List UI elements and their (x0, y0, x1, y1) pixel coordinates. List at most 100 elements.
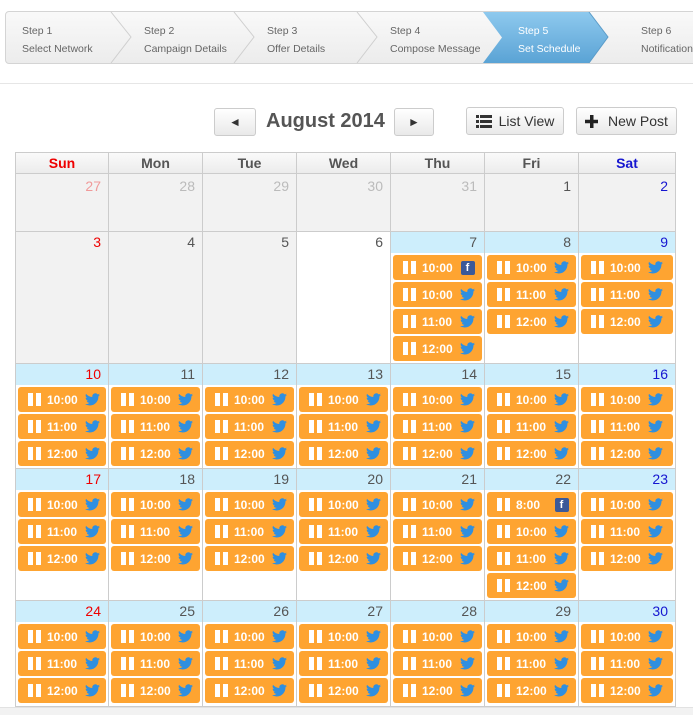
scheduled-post[interactable]: 10:00 f (393, 255, 482, 280)
scheduled-post[interactable]: 12:00 (205, 441, 294, 466)
scheduled-post[interactable]: 10:00 (581, 492, 673, 517)
pause-icon[interactable] (403, 342, 416, 355)
pause-icon[interactable] (497, 315, 510, 328)
pause-icon[interactable] (309, 657, 322, 670)
scheduled-post[interactable]: 11:00 (205, 651, 294, 676)
day-cell[interactable]: 27 10:00 11:00 12:00 (297, 601, 391, 707)
pause-icon[interactable] (403, 630, 416, 643)
day-cell[interactable]: 6 (297, 232, 391, 364)
pause-icon[interactable] (28, 552, 41, 565)
scheduled-post[interactable]: 10:00 (487, 387, 576, 412)
pause-icon[interactable] (121, 684, 134, 697)
scheduled-post[interactable]: 12:00 (18, 441, 106, 466)
scheduled-post[interactable]: 10:00 (205, 492, 294, 517)
scheduled-post[interactable]: 12:00 (111, 678, 200, 703)
scheduled-post[interactable]: 12:00 (581, 546, 673, 571)
day-cell[interactable]: 22 8:00 f 10:00 11:00 12:00 (485, 469, 579, 601)
scheduled-post[interactable]: 12:00 (393, 336, 482, 361)
day-cell[interactable]: 20 10:00 11:00 12:00 (297, 469, 391, 601)
pause-icon[interactable] (215, 684, 228, 697)
scheduled-post[interactable]: 10:00 (205, 387, 294, 412)
scheduled-post[interactable]: 12:00 (299, 678, 388, 703)
pause-icon[interactable] (28, 447, 41, 460)
scheduled-post[interactable]: 12:00 (487, 678, 576, 703)
day-cell[interactable]: 27 (15, 174, 109, 232)
wizard-step-5[interactable]: Step 5 Set Schedule (483, 12, 608, 63)
day-cell[interactable]: 9 10:00 11:00 12:00 (579, 232, 676, 364)
scheduled-post[interactable]: 11:00 (487, 546, 576, 571)
pause-icon[interactable] (403, 525, 416, 538)
pause-icon[interactable] (121, 552, 134, 565)
pause-icon[interactable] (403, 393, 416, 406)
pause-icon[interactable] (497, 552, 510, 565)
pause-icon[interactable] (215, 630, 228, 643)
pause-icon[interactable] (309, 447, 322, 460)
scheduled-post[interactable]: 12:00 (18, 546, 106, 571)
pause-icon[interactable] (403, 315, 416, 328)
pause-icon[interactable] (497, 579, 510, 592)
pause-icon[interactable] (497, 657, 510, 670)
scheduled-post[interactable]: 11:00 (487, 282, 576, 307)
day-cell[interactable]: 19 10:00 11:00 12:00 (203, 469, 297, 601)
scheduled-post[interactable]: 12:00 (393, 678, 482, 703)
pause-icon[interactable] (28, 525, 41, 538)
pause-icon[interactable] (591, 420, 604, 433)
scheduled-post[interactable]: 11:00 (581, 414, 673, 439)
scheduled-post[interactable]: 11:00 (299, 519, 388, 544)
pause-icon[interactable] (403, 657, 416, 670)
scheduled-post[interactable]: 12:00 (581, 441, 673, 466)
pause-icon[interactable] (28, 498, 41, 511)
pause-icon[interactable] (497, 261, 510, 274)
day-cell[interactable]: 15 10:00 11:00 12:00 (485, 364, 579, 469)
pause-icon[interactable] (591, 657, 604, 670)
pause-icon[interactable] (591, 498, 604, 511)
scheduled-post[interactable]: 11:00 (581, 519, 673, 544)
scheduled-post[interactable]: 10:00 (111, 624, 200, 649)
day-cell[interactable]: 10 10:00 11:00 12:00 (15, 364, 109, 469)
pause-icon[interactable] (309, 393, 322, 406)
scheduled-post[interactable]: 10:00 (581, 387, 673, 412)
scheduled-post[interactable]: 10:00 (299, 492, 388, 517)
pause-icon[interactable] (215, 420, 228, 433)
day-cell[interactable]: 11 10:00 11:00 12:00 (109, 364, 203, 469)
day-cell[interactable]: 29 (203, 174, 297, 232)
list-view-button[interactable]: List View (466, 107, 564, 135)
scheduled-post[interactable]: 11:00 (299, 414, 388, 439)
pause-icon[interactable] (121, 420, 134, 433)
scheduled-post[interactable]: 10:00 (581, 255, 673, 280)
pause-icon[interactable] (215, 393, 228, 406)
day-cell[interactable]: 28 (109, 174, 203, 232)
pause-icon[interactable] (497, 498, 510, 511)
pause-icon[interactable] (403, 498, 416, 511)
pause-icon[interactable] (403, 552, 416, 565)
pause-icon[interactable] (121, 447, 134, 460)
pause-icon[interactable] (309, 552, 322, 565)
pause-icon[interactable] (28, 393, 41, 406)
pause-icon[interactable] (309, 525, 322, 538)
scheduled-post[interactable]: 11:00 (299, 651, 388, 676)
scheduled-post[interactable]: 12:00 (299, 546, 388, 571)
pause-icon[interactable] (28, 684, 41, 697)
day-cell[interactable]: 30 10:00 11:00 12:00 (579, 601, 676, 707)
scheduled-post[interactable]: 12:00 (393, 441, 482, 466)
pause-icon[interactable] (497, 684, 510, 697)
pause-icon[interactable] (591, 393, 604, 406)
pause-icon[interactable] (121, 657, 134, 670)
day-cell[interactable]: 24 10:00 11:00 12:00 (15, 601, 109, 707)
scheduled-post[interactable]: 12:00 (205, 546, 294, 571)
scheduled-post[interactable]: 10:00 (393, 282, 482, 307)
scheduled-post[interactable]: 10:00 (18, 492, 106, 517)
new-post-button[interactable]: New Post (576, 107, 677, 135)
scheduled-post[interactable]: 12:00 (581, 678, 673, 703)
scheduled-post[interactable]: 11:00 (205, 519, 294, 544)
pause-icon[interactable] (215, 525, 228, 538)
scheduled-post[interactable]: 12:00 (111, 441, 200, 466)
day-cell[interactable]: 18 10:00 11:00 12:00 (109, 469, 203, 601)
wizard-step-2[interactable]: Step 2 Campaign Details (113, 12, 236, 63)
pause-icon[interactable] (309, 498, 322, 511)
pause-icon[interactable] (497, 447, 510, 460)
pause-icon[interactable] (591, 684, 604, 697)
scheduled-post[interactable]: 11:00 (393, 414, 482, 439)
pause-icon[interactable] (403, 288, 416, 301)
pause-icon[interactable] (497, 630, 510, 643)
